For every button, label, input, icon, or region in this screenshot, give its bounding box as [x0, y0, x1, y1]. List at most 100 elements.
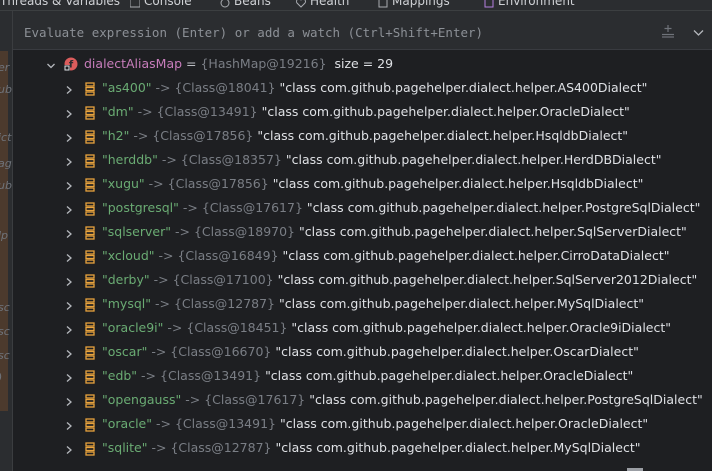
entry-arrow: ->	[182, 200, 198, 215]
expand-arrow-right-icon[interactable]	[65, 228, 73, 238]
entry-value: "class com.github.pagehelper.dialect.hel…	[275, 440, 641, 455]
expand-arrow-right-icon[interactable]	[65, 300, 73, 310]
tree-row[interactable]: "opengauss" -> {Class@17617} "class com.…	[13, 389, 712, 413]
entry-key: "herddb"	[102, 152, 158, 167]
map-entry-icon	[85, 418, 95, 432]
entry-ref: {Class@17617}	[201, 200, 303, 215]
expand-arrow-right-icon[interactable]	[65, 396, 73, 406]
evaluate-expression-input[interactable]	[22, 22, 646, 42]
tree-row[interactable]: "dm" -> {Class@13491} "class com.github.…	[13, 101, 712, 125]
tab-console[interactable]: Console	[129, 0, 192, 8]
chevron-down-icon[interactable]	[693, 26, 704, 36]
entry-key: "as400"	[102, 80, 152, 95]
entry-key: "xcloud"	[102, 248, 155, 263]
gutter-fragment: er	[0, 61, 10, 74]
entry-label: "oracle9i" -> {Class@18451} "class com.g…	[102, 320, 671, 335]
entry-arrow: ->	[155, 80, 171, 95]
entry-key: "derby"	[102, 272, 150, 287]
entry-arrow: ->	[167, 320, 183, 335]
gutter-fragment: )	[0, 371, 2, 384]
tab-threads-variables[interactable]: Threads & Variables	[0, 0, 120, 8]
map-entry-icon	[85, 226, 95, 240]
entry-value: "class com.github.pagehelper.dialect.hel…	[272, 176, 644, 191]
gutter-fragment: sc	[0, 325, 10, 338]
expand-arrow-right-icon[interactable]	[65, 444, 73, 454]
expand-arrow-right-icon[interactable]	[65, 108, 73, 118]
map-entry-icon	[85, 250, 95, 264]
entry-value: "class com.github.pagehelper.dialect.hel…	[279, 416, 649, 431]
map-entry-icon	[85, 442, 95, 456]
add-watch-icon[interactable]	[661, 24, 675, 38]
tree-row-root[interactable]: f dialectAliasMap = {HashMap@19216} size…	[13, 53, 712, 77]
tree-row[interactable]: "mysql" -> {Class@12787} "class com.gith…	[13, 293, 712, 317]
entry-label: "h2" -> {Class@17856} "class com.github.…	[102, 128, 628, 143]
expand-arrow-right-icon[interactable]	[65, 324, 73, 334]
bottom-strip	[13, 463, 712, 471]
tree-row[interactable]: "xugu" -> {Class@17856} "class com.githu…	[13, 173, 712, 197]
entry-key: "postgresql"	[102, 200, 179, 215]
tree-row[interactable]: "postgresql" -> {Class@17617} "class com…	[13, 197, 712, 221]
entry-ref: {Class@18357}	[180, 152, 282, 167]
entry-value: "class com.github.pagehelper.dialect.hel…	[291, 320, 671, 335]
entry-label: "sqlserver" -> {Class@18970} "class com.…	[102, 224, 687, 239]
entry-key: "dm"	[102, 104, 134, 119]
entry-label: "xcloud" -> {Class@16849} "class com.git…	[102, 248, 670, 263]
tree-row[interactable]: "sqlserver" -> {Class@18970} "class com.…	[13, 221, 712, 245]
beans-icon	[220, 0, 230, 7]
entry-key: "opengauss"	[102, 392, 182, 407]
tab-beans[interactable]: Beans	[220, 0, 271, 8]
health-icon	[296, 0, 306, 8]
map-entry-icon	[85, 106, 95, 120]
entry-arrow: ->	[151, 344, 167, 359]
gutter-fragment: ub	[0, 179, 12, 192]
root-variable-label: dialectAliasMap = {HashMap@19216} size =…	[84, 56, 393, 71]
tab-environment[interactable]: Environment	[484, 0, 575, 8]
tree-row[interactable]: "herddb" -> {Class@18357} "class com.git…	[13, 149, 712, 173]
entry-key: "edb"	[102, 368, 138, 383]
expand-arrow-right-icon[interactable]	[65, 132, 73, 142]
tree-row[interactable]: "oracle9i" -> {Class@18451} "class com.g…	[13, 317, 712, 341]
tree-row[interactable]: "oscar" -> {Class@16670} "class com.gith…	[13, 341, 712, 365]
expand-arrow-right-icon[interactable]	[65, 204, 73, 214]
tree-row[interactable]: "sqlite" -> {Class@12787} "class com.git…	[13, 437, 712, 461]
tree-row[interactable]: "oracle" -> {Class@13491} "class com.git…	[13, 413, 712, 437]
console-icon	[129, 0, 141, 7]
root-variable-name: dialectAliasMap	[84, 56, 183, 71]
expand-arrow-right-icon[interactable]	[65, 348, 73, 358]
map-entry-icon	[85, 298, 95, 312]
tree-row[interactable]: "h2" -> {Class@17856} "class com.github.…	[13, 125, 712, 149]
expand-arrow-right-icon[interactable]	[65, 156, 73, 166]
entry-value: "class com.github.pagehelper.dialect.hel…	[277, 272, 698, 287]
entry-arrow: ->	[161, 152, 177, 167]
entry-value: "class com.github.pagehelper.dialect.hel…	[261, 104, 630, 119]
map-entry-icon	[85, 82, 95, 96]
entry-ref: {Class@17856}	[152, 128, 254, 143]
entry-value: "class com.github.pagehelper.dialect.hel…	[285, 152, 662, 167]
map-entry-icon	[85, 274, 95, 288]
expand-arrow-right-icon[interactable]	[65, 420, 73, 430]
expand-arrow-right-icon[interactable]	[65, 84, 73, 94]
expand-arrow-right-icon[interactable]	[65, 372, 73, 382]
entry-label: "dm" -> {Class@13491} "class com.github.…	[102, 104, 630, 119]
debugger-tab-bar: Threads & Variables Console Beans Health…	[0, 0, 712, 11]
gutter-fragment: sc	[0, 349, 10, 362]
tree-row[interactable]: "as400" -> {Class@18041} "class com.gith…	[13, 77, 712, 101]
expand-arrow-right-icon[interactable]	[65, 252, 73, 262]
entry-arrow: ->	[155, 416, 171, 431]
entry-arrow: ->	[154, 296, 170, 311]
map-entry-icon	[85, 178, 95, 192]
tab-health[interactable]: Health	[296, 0, 349, 8]
entry-value: "class com.github.pagehelper.dialect.hel…	[279, 80, 648, 95]
tree-row[interactable]: "xcloud" -> {Class@16849} "class com.git…	[13, 245, 712, 269]
entry-label: "postgresql" -> {Class@17617} "class com…	[102, 200, 700, 215]
entry-ref: {Class@17100}	[172, 272, 274, 287]
expand-arrow-down-icon[interactable]	[46, 60, 55, 70]
entry-key: "xugu"	[102, 176, 145, 191]
tree-row[interactable]: "edb" -> {Class@13491} "class com.github…	[13, 365, 712, 389]
expand-arrow-right-icon[interactable]	[65, 276, 73, 286]
tree-row[interactable]: "derby" -> {Class@17100} "class com.gith…	[13, 269, 712, 293]
root-equals: =	[182, 56, 201, 71]
expand-arrow-right-icon[interactable]	[65, 180, 73, 190]
tab-mappings[interactable]: Mappings	[378, 0, 450, 8]
entry-arrow: ->	[151, 440, 167, 455]
